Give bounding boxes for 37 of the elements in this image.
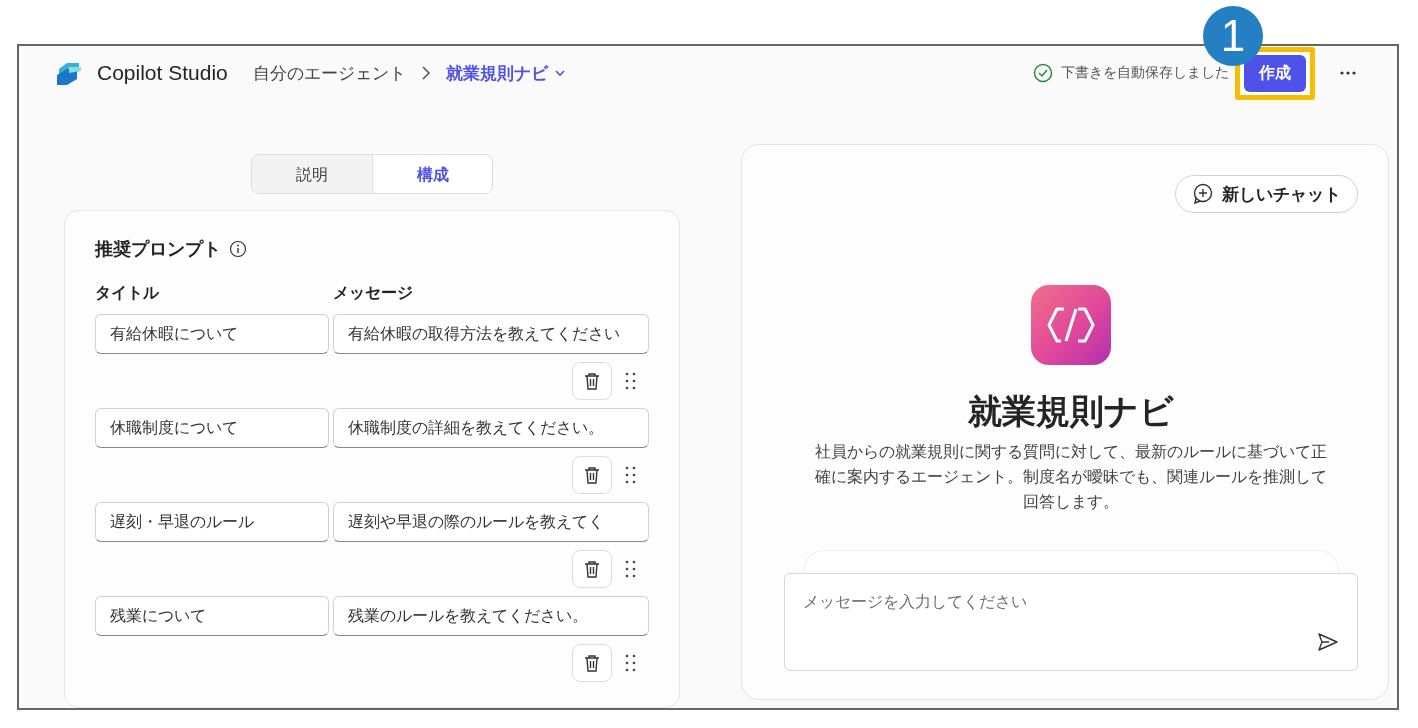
- title-field[interactable]: 遅刻・早退のルール: [95, 502, 329, 543]
- message-field[interactable]: 有給休暇の取得方法を教えてください: [333, 314, 649, 355]
- app-name: Copilot Studio: [97, 61, 228, 85]
- column-header: タイトル: [95, 283, 160, 304]
- agent-description: 社員からの就業規則に関する質問に対して、最新のルールに基づいて正確に案内するエージェント。制度名が曖昧でも、関連ルールを推測して回答します。: [814, 442, 1328, 512]
- new-chat-button[interactable]: 新しいチャット: [1175, 175, 1358, 213]
- step-badge: 1: [1203, 6, 1263, 66]
- send-icon[interactable]: [1317, 632, 1339, 652]
- trash-icon: [582, 559, 602, 580]
- chevron-down-icon: [553, 67, 566, 79]
- delete-button[interactable]: [572, 456, 612, 495]
- column-header: メッセージ: [333, 283, 414, 304]
- message-field[interactable]: 残業のルールを教えてください。: [333, 596, 649, 637]
- autosave-status: 下書きを自動保存しました: [1061, 64, 1229, 82]
- delete-button[interactable]: [572, 362, 612, 401]
- title-field[interactable]: 残業について: [95, 596, 329, 637]
- check-circle-icon: [1033, 63, 1053, 83]
- chevron-right-icon: [419, 65, 432, 81]
- delete-button[interactable]: [572, 644, 612, 683]
- message-input[interactable]: メッセージを入力してください: [784, 573, 1358, 671]
- message-field[interactable]: 遅刻や早退の際のルールを教えてく: [333, 502, 649, 543]
- title-field[interactable]: 有給休暇について: [95, 314, 329, 355]
- chat-add-icon: [1192, 183, 1214, 205]
- section-title: 推奨プロンプト: [95, 238, 221, 262]
- agent-dropdown[interactable]: 就業規則ナビ: [445, 61, 566, 85]
- breadcrumb-link[interactable]: 自分のエージェント: [252, 61, 406, 85]
- tab[interactable]: 構成: [372, 155, 492, 194]
- agent-icon: [1031, 285, 1111, 365]
- delete-button[interactable]: [572, 550, 612, 589]
- message-field[interactable]: 休職制度の詳細を教えてください。: [333, 408, 649, 449]
- create-button[interactable]: 作成: [1244, 54, 1306, 92]
- info-icon[interactable]: [229, 240, 247, 259]
- agent-name: 就業規則ナビ: [968, 391, 1174, 432]
- title-field[interactable]: 休職制度について: [95, 408, 329, 449]
- trash-icon: [582, 653, 602, 674]
- trash-icon: [582, 465, 602, 486]
- trash-icon: [582, 371, 602, 392]
